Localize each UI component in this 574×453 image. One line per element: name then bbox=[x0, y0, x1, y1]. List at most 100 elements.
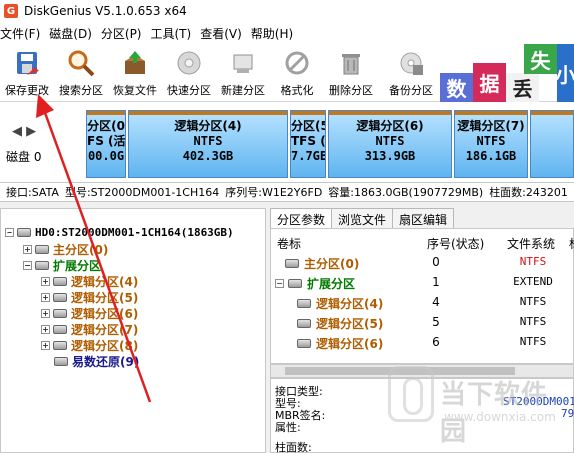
new-partition-icon bbox=[228, 48, 258, 78]
expand-icon[interactable]: + bbox=[41, 308, 50, 318]
recover-files-label: 恢复文件 bbox=[113, 84, 157, 97]
search-partition-button[interactable]: 搜索分区 bbox=[54, 48, 108, 100]
collapse-icon[interactable]: − bbox=[5, 227, 14, 237]
partition-icon bbox=[53, 276, 67, 286]
model-info: 型号:ST2000DM001-1CH164 bbox=[64, 186, 220, 199]
detail-cylinders: 柱面数: bbox=[275, 441, 312, 453]
partition-block[interactable]: 分区(5 TFS (隐 7.7GE bbox=[290, 110, 326, 178]
format-button[interactable]: 格式化 bbox=[270, 48, 324, 100]
table-row[interactable]: 逻辑分区(5) 5 NTFS bbox=[271, 313, 574, 333]
partition-size: 186.1GB bbox=[465, 149, 517, 163]
partition-icon bbox=[297, 299, 311, 308]
partition-size: 00.0G bbox=[87, 149, 125, 163]
partition-block[interactable]: 逻辑分区(4) NTFS 402.3GB bbox=[128, 110, 288, 178]
column-header-label[interactable]: 卷标 bbox=[277, 235, 301, 252]
partition-size: 7.7GE bbox=[291, 149, 326, 163]
save-changes-button[interactable]: 保存更改 bbox=[0, 48, 54, 100]
quick-partition-icon bbox=[174, 48, 204, 78]
column-header-index[interactable]: 序号(状态) bbox=[427, 235, 484, 252]
menu-file[interactable]: 文件(F) bbox=[0, 25, 49, 42]
partition-block[interactable] bbox=[530, 110, 574, 178]
window-title: DiskGenius V5.1.0.653 x64 bbox=[24, 4, 187, 18]
tree-item[interactable]: + 逻辑分区(8) bbox=[41, 337, 138, 353]
disk-tree: − HD0:ST2000DM001-1CH164(1863GB) + 主分区(0… bbox=[0, 208, 266, 453]
partition-fs: NTFS bbox=[193, 134, 223, 148]
menu-disk[interactable]: 磁盘(D) bbox=[49, 25, 101, 42]
partition-icon bbox=[297, 339, 311, 348]
ad-tile: 失 bbox=[524, 44, 557, 74]
table-row[interactable]: − 扩展分区 1 EXTEND bbox=[271, 273, 574, 293]
ad-tile: 丢 bbox=[506, 73, 539, 102]
format-icon bbox=[282, 48, 312, 78]
recover-box-icon bbox=[120, 48, 150, 78]
new-partition-button[interactable]: 新建分区 bbox=[216, 48, 270, 100]
tab-browse-files[interactable]: 浏览文件 bbox=[331, 208, 394, 228]
backup-icon bbox=[396, 48, 426, 78]
table-row[interactable]: 逻辑分区(4) 4 NTFS bbox=[271, 293, 574, 313]
partition-icon bbox=[35, 244, 49, 254]
partition-name: 逻辑分区(4) bbox=[174, 119, 242, 133]
partition-name: 逻辑分区(7) bbox=[457, 119, 525, 133]
interface-info: 接口:SATA bbox=[6, 186, 59, 199]
disk-nav-arrows[interactable]: ◀ ▶ bbox=[12, 124, 36, 139]
partition-icon bbox=[54, 356, 68, 366]
partition-icon bbox=[53, 308, 67, 318]
cylinders-info: 柱面数:243201 bbox=[489, 186, 568, 199]
hard-disk-icon bbox=[17, 227, 31, 237]
collapse-icon[interactable]: − bbox=[23, 260, 32, 270]
partition-icon bbox=[285, 259, 299, 268]
serial-info: 序列号:W1E2Y6FD bbox=[225, 186, 323, 199]
tab-partition-params[interactable]: 分区参数 bbox=[270, 208, 333, 228]
quick-partition-label: 快速分区 bbox=[167, 84, 211, 97]
delete-partition-button[interactable]: 删除分区 bbox=[324, 48, 378, 100]
data-loss-ad-banner[interactable]: 数 据 丢 失 小 bbox=[440, 44, 574, 102]
partition-fs: FS (活 bbox=[87, 134, 126, 148]
partition-icon bbox=[53, 340, 67, 350]
menu-tools[interactable]: 工具(T) bbox=[151, 25, 201, 42]
diskgenius-app-icon: G bbox=[4, 4, 18, 18]
partition-size: 402.3GB bbox=[182, 149, 234, 163]
tree-item[interactable]: + 逻辑分区(5) bbox=[41, 289, 138, 305]
menu-partition[interactable]: 分区(P) bbox=[101, 25, 151, 42]
tree-item[interactable]: + 逻辑分区(4) bbox=[41, 273, 138, 289]
expand-icon[interactable]: + bbox=[41, 324, 50, 334]
tree-item[interactable]: + 主分区(0) bbox=[23, 241, 108, 257]
detail-tabs: 分区参数 浏览文件 扇区编辑 bbox=[270, 208, 455, 228]
save-changes-label: 保存更改 bbox=[5, 84, 49, 97]
expand-icon[interactable]: + bbox=[23, 244, 32, 254]
backup-partition-button[interactable]: 备份分区 bbox=[384, 48, 438, 100]
partition-block[interactable]: 逻辑分区(7) NTFS 186.1GB bbox=[454, 110, 528, 178]
column-header-fs[interactable]: 文件系统 bbox=[507, 235, 555, 252]
expand-icon[interactable]: + bbox=[41, 340, 50, 350]
trash-icon bbox=[336, 48, 366, 78]
quick-partition-button[interactable]: 快速分区 bbox=[162, 48, 216, 100]
tree-item[interactable]: + 逻辑分区(6) bbox=[41, 305, 138, 321]
menu-bar: 文件(F) 磁盘(D) 分区(P) 工具(T) 查看(V) 帮助(H) bbox=[0, 22, 574, 44]
watermark-url: www.downxia.com bbox=[444, 410, 556, 424]
table-row[interactable]: 逻辑分区(6) 6 NTFS bbox=[271, 333, 574, 353]
collapse-icon[interactable]: − bbox=[275, 279, 284, 288]
site-watermark: 当下软件园 www.downxia.com bbox=[388, 366, 574, 452]
menu-help[interactable]: 帮助(H) bbox=[251, 25, 302, 42]
table-row[interactable]: 主分区(0) 0 NTFS bbox=[271, 253, 574, 273]
title-bar: G DiskGenius V5.1.0.653 x64 bbox=[0, 0, 574, 22]
delete-partition-label: 删除分区 bbox=[329, 84, 373, 97]
save-disk-icon bbox=[12, 48, 42, 78]
partition-fs: NTFS bbox=[375, 134, 405, 148]
partition-fs: TFS (隐 bbox=[291, 134, 326, 148]
column-header-flag[interactable]: 标 bbox=[569, 235, 574, 252]
tree-item[interactable]: 易数还原(9) bbox=[54, 353, 139, 369]
tree-disk-node[interactable]: − HD0:ST2000DM001-1CH164(1863GB) bbox=[5, 224, 234, 240]
tree-item[interactable]: − 扩展分区 bbox=[23, 257, 101, 273]
expand-icon[interactable]: + bbox=[41, 276, 50, 286]
partition-block[interactable]: 逻辑分区(6) NTFS 313.9GB bbox=[328, 110, 452, 178]
watermark-logo-icon bbox=[388, 366, 434, 422]
partition-block[interactable]: 分区(0 FS (活 00.0G bbox=[86, 110, 126, 178]
tab-sector-edit[interactable]: 扇区编辑 bbox=[392, 208, 455, 228]
recover-files-button[interactable]: 恢复文件 bbox=[108, 48, 162, 100]
expand-icon[interactable]: + bbox=[41, 292, 50, 302]
partition-name: 分区(5 bbox=[291, 119, 326, 133]
partition-fs: NTFS bbox=[476, 134, 506, 148]
tree-item[interactable]: + 逻辑分区(7) bbox=[41, 321, 138, 337]
menu-view[interactable]: 查看(V) bbox=[200, 25, 251, 42]
